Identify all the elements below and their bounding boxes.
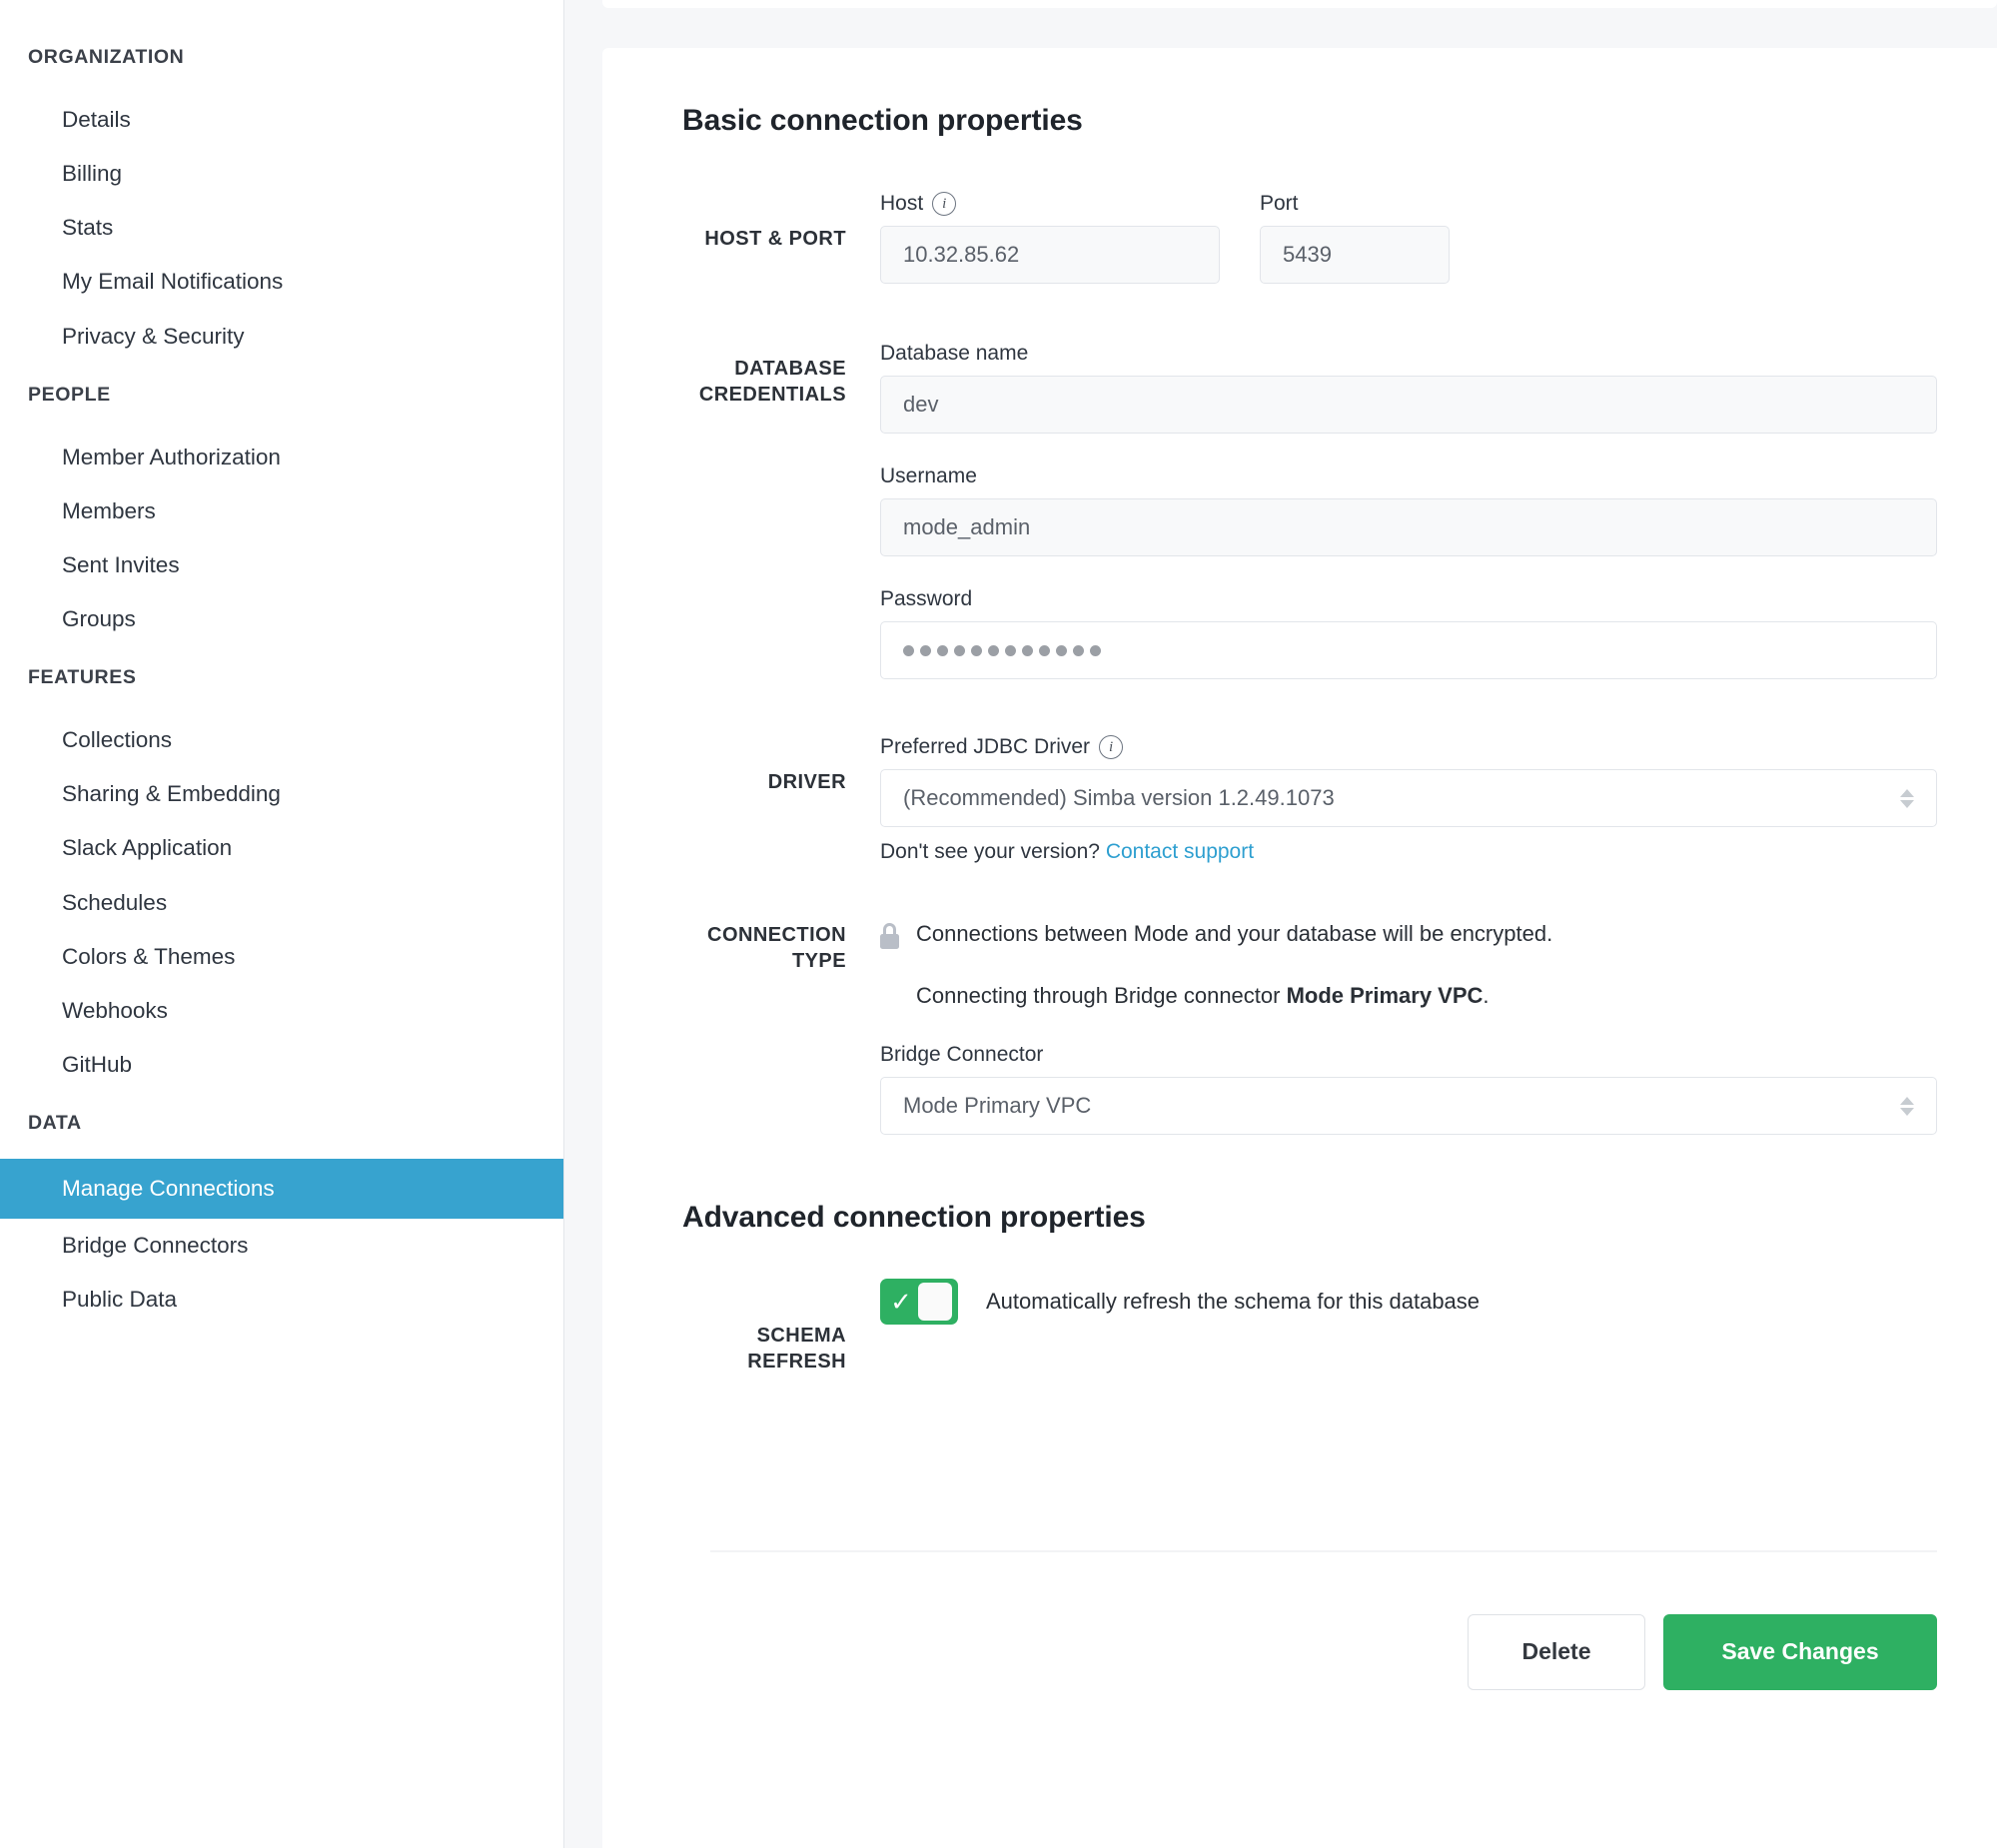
host-input[interactable]: 10.32.85.62 — [880, 226, 1220, 284]
sidebar-item-my-email-notifications[interactable]: My Email Notifications — [0, 255, 563, 309]
database-credentials-row: DATABASE CREDENTIALS Database name dev U… — [602, 342, 1997, 679]
sidebar-heading-people: PEOPLE — [28, 383, 111, 406]
contact-support-link[interactable]: Contact support — [1106, 840, 1254, 863]
driver-row: DRIVER Preferred JDBC Driver i (Recommen… — [602, 735, 1997, 864]
port-input[interactable]: 5439 — [1260, 226, 1450, 284]
driver-helper-text: Don't see your version? Contact support — [880, 840, 1937, 864]
sidebar-item-schedules[interactable]: Schedules — [0, 876, 563, 930]
settings-page: ORGANIZATION Details Billing Stats My Em… — [0, 0, 1997, 1848]
bridge-connector-value: Mode Primary VPC — [903, 1093, 1092, 1118]
sidebar-item-stats[interactable]: Stats — [0, 201, 563, 255]
toggle-knob — [918, 1283, 952, 1321]
database-name-label: Database name — [880, 342, 1029, 365]
schema-refresh-description: Automatically refresh the schema for thi… — [986, 1289, 1481, 1314]
chevron-updown-icon — [1900, 1096, 1914, 1116]
sidebar-heading-data: DATA — [28, 1112, 82, 1134]
sidebar-item-member-authorization[interactable]: Member Authorization — [0, 431, 563, 484]
encryption-note: Connections between Mode and your databa… — [880, 920, 1937, 949]
sidebar-item-billing[interactable]: Billing — [0, 147, 563, 201]
password-label: Password — [880, 587, 973, 610]
jdbc-driver-select[interactable]: (Recommended) Simba version 1.2.49.1073 — [880, 769, 1937, 827]
sidebar-group-data: DATA Manage Connections Bridge Connector… — [0, 1112, 563, 1327]
driver-label-wrap: Preferred JDBC Driver i — [880, 735, 1937, 759]
password-mask — [903, 644, 1101, 656]
bridge-connector-note: Connecting through Bridge connector Mode… — [916, 983, 1937, 1009]
save-changes-button[interactable]: Save Changes — [1663, 1613, 1937, 1690]
bridge-note-prefix: Connecting through Bridge connector — [916, 983, 1287, 1008]
schema-refresh-toggle-row: ✓ Automatically refresh the schema for t… — [880, 1279, 1937, 1325]
sidebar-group-features: FEATURES Collections Sharing & Embedding… — [0, 666, 563, 1092]
schema-refresh-row-label: SCHEMA REFRESH — [747, 1325, 846, 1374]
sidebar-item-sharing-embedding[interactable]: Sharing & Embedding — [0, 767, 563, 821]
sidebar-heading-features: FEATURES — [28, 666, 137, 689]
sidebar-item-github[interactable]: GitHub — [0, 1038, 563, 1092]
sidebar-item-bridge-connectors[interactable]: Bridge Connectors — [0, 1219, 563, 1273]
sidebar-item-sent-invites[interactable]: Sent Invites — [0, 538, 563, 592]
advanced-section-title: Advanced connection properties — [682, 1201, 1146, 1234]
driver-helper-label: Don't see your version? — [880, 840, 1100, 863]
sidebar-heading-organization: ORGANIZATION — [28, 46, 185, 68]
connection-type-row-label: CONNECTION TYPE — [707, 924, 846, 973]
bridge-connector-field-group: Bridge Connector Mode Primary VPC — [880, 1043, 1937, 1135]
schema-refresh-row: SCHEMA REFRESH ✓ Automatically refresh t… — [602, 1279, 1997, 1376]
previous-card-edge — [602, 0, 1997, 8]
settings-sidebar: ORGANIZATION Details Billing Stats My Em… — [0, 0, 564, 1848]
sidebar-item-collections[interactable]: Collections — [0, 713, 563, 767]
sidebar-item-details[interactable]: Details — [0, 93, 563, 147]
host-port-row: HOST & PORT Host i 10.32.85.62 Port 5439 — [602, 192, 1997, 284]
sidebar-item-public-data[interactable]: Public Data — [0, 1273, 563, 1327]
basic-section-title: Basic connection properties — [682, 104, 1083, 137]
sidebar-item-groups[interactable]: Groups — [0, 592, 563, 646]
delete-button[interactable]: Delete — [1468, 1613, 1645, 1690]
connection-type-row: CONNECTION TYPE Connections between Mode… — [602, 920, 1997, 1135]
schema-refresh-toggle[interactable]: ✓ — [880, 1279, 958, 1325]
sidebar-group-organization: ORGANIZATION Details Billing Stats My Em… — [0, 46, 563, 364]
host-label: Host — [880, 192, 924, 215]
chevron-updown-icon — [1900, 788, 1914, 808]
jdbc-driver-value: (Recommended) Simba version 1.2.49.1073 — [903, 785, 1335, 810]
username-input[interactable]: mode_admin — [880, 498, 1937, 556]
host-field-group: Host i 10.32.85.62 — [880, 192, 1220, 284]
username-label: Username — [880, 464, 977, 487]
bridge-note-name: Mode Primary VPC — [1286, 983, 1484, 1008]
host-port-row-label: HOST & PORT — [704, 228, 846, 250]
host-label-wrap: Host i — [880, 192, 1220, 216]
port-field-group: Port 5439 — [1260, 192, 1450, 284]
password-input[interactable] — [880, 621, 1937, 679]
check-icon: ✓ — [890, 1287, 912, 1317]
sidebar-item-privacy-security[interactable]: Privacy & Security — [0, 310, 563, 364]
username-field-group: Username mode_admin — [880, 464, 1937, 556]
sidebar-item-manage-connections[interactable]: Manage Connections — [0, 1159, 563, 1220]
lock-icon — [880, 923, 899, 949]
bridge-note-suffix: . — [1483, 983, 1490, 1008]
form-actions: Delete Save Changes — [602, 1552, 1997, 1690]
main-content: Basic connection properties HOST & PORT … — [564, 0, 1997, 1848]
sidebar-item-colors-themes[interactable]: Colors & Themes — [0, 930, 563, 984]
info-icon[interactable]: i — [932, 192, 957, 216]
encryption-note-text: Connections between Mode and your databa… — [916, 921, 1553, 946]
sidebar-item-slack-application[interactable]: Slack Application — [0, 821, 563, 875]
port-label: Port — [1260, 192, 1299, 215]
sidebar-group-people: PEOPLE Member Authorization Members Sent… — [0, 384, 563, 647]
database-name-field-group: Database name dev — [880, 342, 1937, 434]
sidebar-item-members[interactable]: Members — [0, 484, 563, 538]
connection-settings-card: Basic connection properties HOST & PORT … — [602, 48, 1997, 1848]
bridge-connector-select[interactable]: Mode Primary VPC — [880, 1077, 1937, 1135]
password-field-group: Password — [880, 587, 1937, 679]
driver-row-label: DRIVER — [767, 771, 846, 793]
database-credentials-row-label: DATABASE CREDENTIALS — [698, 358, 846, 407]
driver-label: Preferred JDBC Driver — [880, 735, 1091, 758]
bridge-connector-label: Bridge Connector — [880, 1043, 1044, 1066]
database-name-input[interactable]: dev — [880, 376, 1937, 434]
sidebar-item-webhooks[interactable]: Webhooks — [0, 984, 563, 1038]
info-icon[interactable]: i — [1099, 735, 1124, 759]
